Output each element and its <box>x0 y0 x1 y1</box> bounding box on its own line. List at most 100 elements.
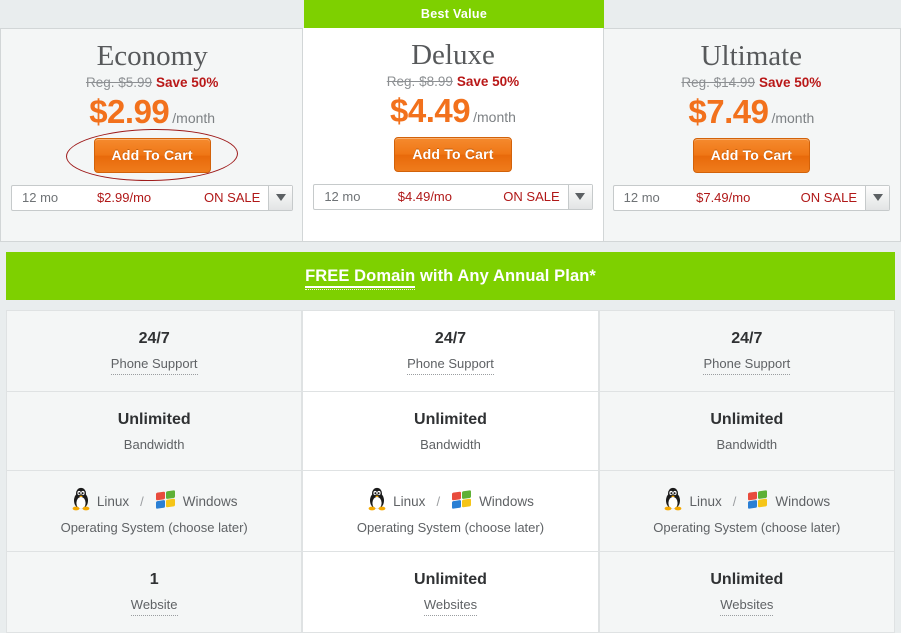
chevron-down-icon[interactable] <box>865 185 889 210</box>
ultimate-add-to-cart-button[interactable]: Add To Cart <box>692 137 810 173</box>
term-select-ultimate[interactable]: 12 mo $7.49/mo ON SALE <box>612 184 890 211</box>
plan-name-ultimate: Ultimate <box>700 40 803 72</box>
plan-card-economy: Economy Reg. $5.99 Save 50% $2.99/month A… <box>0 28 304 242</box>
feature-label[interactable]: Phone Support <box>407 356 494 375</box>
plan-save-badge-economy: Save 50% <box>156 75 219 91</box>
feature-cell-os-deluxe: Linux / Windows Operating System (choose… <box>302 470 599 551</box>
feature-label: Bandwidth <box>123 436 185 452</box>
table-row: 1 Website Unlimited Websites Unlimited W… <box>6 551 895 633</box>
os-windows-label: Windows <box>479 494 534 510</box>
term-sale-badge-deluxe: ON SALE <box>503 189 560 205</box>
free-domain-promo-text: FREE Domain with Any Annual Plan* <box>305 266 596 288</box>
plan-period-deluxe: /month <box>473 108 516 125</box>
chevron-down-icon[interactable] <box>268 185 293 210</box>
feature-value: 1 <box>149 570 159 588</box>
term-select-deluxe[interactable]: 12 mo $4.49/mo ON SALE <box>313 183 593 210</box>
free-domain-highlight[interactable]: FREE Domain <box>305 266 416 288</box>
economy-add-to-cart-button[interactable]: Add To Cart <box>93 137 211 173</box>
feature-cell-websites-ultimate: Unlimited Websites <box>598 551 895 632</box>
plan-price-line-ultimate: $7.49/month <box>613 95 890 128</box>
free-domain-promo-bar[interactable]: FREE Domain with Any Annual Plan* <box>6 252 895 300</box>
feature-label[interactable]: Phone Support <box>110 356 198 375</box>
best-value-badge: Best Value <box>304 0 604 28</box>
term-label-deluxe: 12 mo <box>324 189 361 205</box>
feature-label: Operating System (choose later) <box>60 519 248 535</box>
feature-label: Operating System (choose later) <box>653 519 841 535</box>
feature-cell-bandwidth-deluxe: Unlimited Bandwidth <box>302 391 599 470</box>
os-windows-label: Windows <box>182 494 238 510</box>
plan-price-ultimate: $7.49 <box>688 92 769 130</box>
feature-value: Unlimited <box>710 570 784 588</box>
os-linux-label: Linux <box>689 494 722 510</box>
plan-reg-line-deluxe: Reg. $8.99 Save 50% <box>313 74 592 90</box>
os-separator: / <box>140 494 144 510</box>
term-rate-ultimate: $7.49/mo <box>696 190 751 206</box>
feature-value: 24/7 <box>434 330 467 347</box>
feature-label[interactable]: Websites <box>423 597 478 616</box>
feature-comparison-table: 24/7 Phone Support 24/7 Phone Support 24… <box>6 310 895 633</box>
feature-cell-websites-deluxe: Unlimited Websites <box>302 551 599 632</box>
os-choices: Linux / Windows <box>311 487 589 516</box>
os-windows-label: Windows <box>775 494 831 510</box>
term-rate-economy: $2.99/mo <box>96 190 152 206</box>
feature-cell-bandwidth-economy: Unlimited Bandwidth <box>6 391 303 470</box>
term-sale-badge-economy: ON SALE <box>203 190 261 206</box>
feature-value: Unlimited <box>414 570 487 588</box>
table-row: Linux / Windows Operating System (choose… <box>6 470 895 552</box>
term-sale-badge-ultimate: ON SALE <box>800 190 857 206</box>
feature-cell-bandwidth-ultimate: Unlimited Bandwidth <box>598 391 895 470</box>
plan-reg-line-ultimate: Reg. $14.99 Save 50% <box>613 75 890 91</box>
term-label-economy: 12 mo <box>22 190 59 206</box>
plan-reg-price-deluxe: Reg. $8.99 <box>386 74 453 90</box>
feature-label: Bandwidth <box>716 436 778 452</box>
feature-cell-support-economy: 24/7 Phone Support <box>6 311 303 391</box>
feature-value: 24/7 <box>731 330 763 347</box>
term-label-ultimate: 12 mo <box>623 190 660 206</box>
feature-cell-os-economy: Linux / Windows Operating System (choose… <box>6 470 303 551</box>
cart-wrap-deluxe: Add To Cart <box>313 136 592 172</box>
pricing-cards-row: Economy Reg. $5.99 Save 50% $2.99/month A… <box>0 28 901 242</box>
plan-reg-price-ultimate: Reg. $14.99 <box>681 75 755 91</box>
os-linux-label: Linux <box>393 494 426 510</box>
plan-card-ultimate: Ultimate Reg. $14.99 Save 50% $7.49/month… <box>602 28 901 242</box>
feature-cell-os-ultimate: Linux / Windows Operating System (choose… <box>598 470 895 551</box>
windows-logo-icon <box>155 489 177 514</box>
feature-label[interactable]: Website <box>130 597 178 616</box>
feature-label[interactable]: Websites <box>720 597 774 616</box>
windows-logo-icon <box>747 489 769 514</box>
plan-period-ultimate: /month <box>771 109 815 126</box>
plan-period-economy: /month <box>172 109 216 126</box>
feature-value: 24/7 <box>138 330 170 347</box>
feature-value: Unlimited <box>414 410 487 428</box>
feature-label[interactable]: Phone Support <box>703 356 791 375</box>
os-separator: / <box>436 494 441 510</box>
cart-wrap-economy: Add To Cart <box>11 127 293 183</box>
plan-price-line-economy: $2.99/month <box>11 95 293 128</box>
deluxe-add-to-cart-button[interactable]: Add To Cart <box>394 136 512 172</box>
feature-label: Bandwidth <box>420 436 481 452</box>
plan-name-economy: Economy <box>96 40 208 72</box>
plan-card-deluxe: Deluxe Reg. $8.99 Save 50% $4.49/month Ad… <box>302 28 604 242</box>
plan-reg-line-economy: Reg. $5.99 Save 50% <box>11 75 293 91</box>
os-choices: Linux / Windows <box>15 487 293 516</box>
feature-value: Unlimited <box>710 410 784 428</box>
linux-tux-icon <box>663 487 683 516</box>
table-row: Unlimited Bandwidth Unlimited Bandwidth … <box>6 391 895 471</box>
linux-tux-icon <box>71 487 91 516</box>
plan-price-economy: $2.99 <box>89 92 170 130</box>
os-linux-label: Linux <box>96 494 130 510</box>
table-row: 24/7 Phone Support 24/7 Phone Support 24… <box>6 310 895 392</box>
plan-price-line-deluxe: $4.49/month <box>313 94 592 127</box>
plan-name-deluxe: Deluxe <box>411 39 495 71</box>
term-select-economy[interactable]: 12 mo $2.99/mo ON SALE <box>11 184 294 211</box>
feature-cell-websites-economy: 1 Website <box>6 551 303 632</box>
free-domain-rest: with Any Annual Plan* <box>415 266 596 285</box>
top-banner-strip: Best Value <box>0 0 901 28</box>
plan-price-deluxe: $4.49 <box>390 91 471 129</box>
plan-reg-price-economy: Reg. $5.99 <box>85 75 153 91</box>
os-separator: / <box>732 494 737 510</box>
chevron-down-icon[interactable] <box>567 184 592 209</box>
feature-cell-support-deluxe: 24/7 Phone Support <box>302 311 599 391</box>
linux-tux-icon <box>367 487 387 516</box>
plan-save-badge-ultimate: Save 50% <box>758 75 822 91</box>
